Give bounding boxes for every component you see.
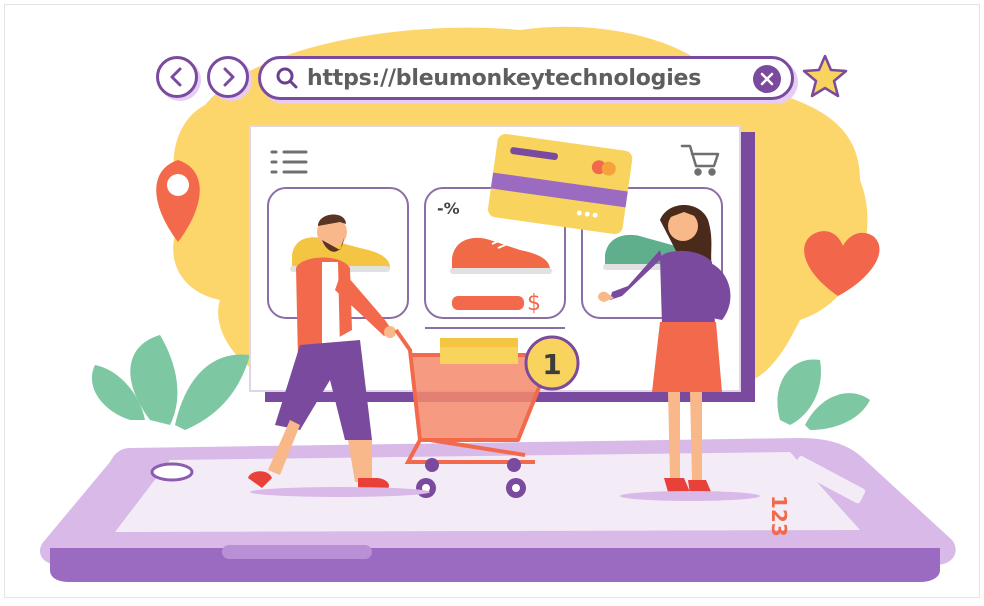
address-bar[interactable]: https://bleumonkeytechnologies: [258, 56, 794, 100]
url-text[interactable]: https://bleumonkeytechnologies: [307, 66, 701, 91]
discount-badge: -%: [437, 199, 460, 218]
tablet-camera: [150, 462, 194, 482]
search-icon: [276, 67, 298, 89]
chevron-left-icon: [170, 67, 182, 87]
chevron-right-icon: [223, 67, 235, 87]
clear-url-button[interactable]: [753, 65, 781, 93]
watermark-logo: 123: [767, 495, 791, 537]
cart-count-badge: 1: [524, 335, 580, 391]
right-plant: [777, 359, 870, 430]
left-plant: [91, 335, 250, 430]
forward-button[interactable]: [207, 56, 249, 98]
close-icon: [760, 72, 774, 86]
floor-shadow-left: [250, 487, 430, 497]
floor-shadow-right: [620, 491, 760, 501]
cart-count: 1: [542, 348, 561, 381]
price-symbol: $: [527, 291, 541, 316]
svg-text:123: 123: [767, 495, 791, 537]
star-icon[interactable]: [800, 52, 850, 102]
tablet-home-button: [222, 545, 372, 559]
illustration: 123 -% $ 1 https://bleumonkeytechnologie…: [0, 0, 984, 602]
price-bar: [452, 296, 524, 310]
tablet-edge: [50, 548, 940, 582]
back-button[interactable]: [156, 56, 198, 98]
